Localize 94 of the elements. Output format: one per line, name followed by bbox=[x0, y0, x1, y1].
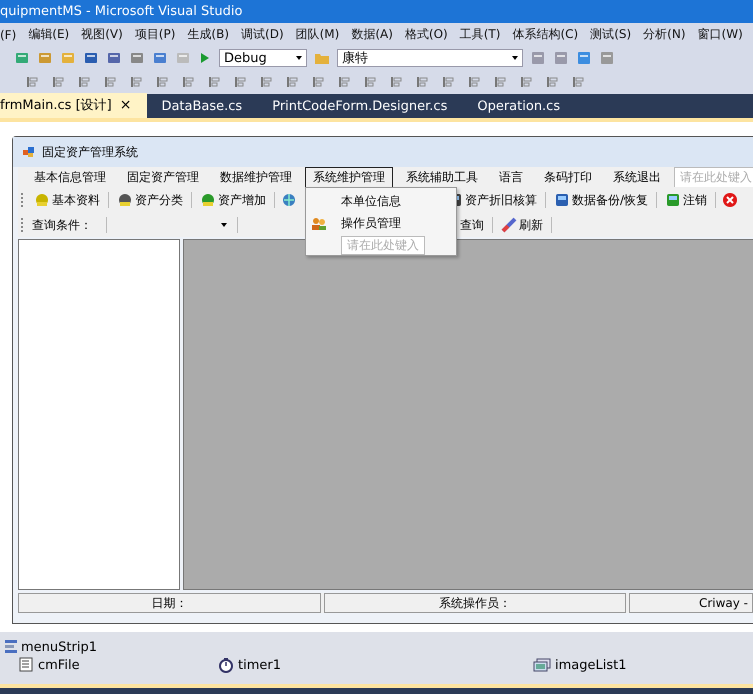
align-icon[interactable] bbox=[154, 74, 170, 90]
context-menu-icon bbox=[18, 657, 34, 673]
image-list-icon bbox=[533, 658, 551, 672]
align-icon[interactable] bbox=[102, 74, 118, 90]
toolbar-button[interactable]: 资产折旧核算 bbox=[445, 192, 539, 208]
toolbar-button[interactable]: 资产增加 bbox=[198, 192, 268, 208]
close-icon[interactable]: × bbox=[120, 97, 132, 113]
tool-icon[interactable] bbox=[530, 50, 546, 66]
align-icon[interactable] bbox=[336, 74, 352, 90]
toolbar-button[interactable]: 基本资料 bbox=[32, 192, 102, 208]
document-tab[interactable]: PrintCodeForm.Designer.cs bbox=[258, 96, 464, 118]
align-icon[interactable] bbox=[414, 74, 430, 90]
document-tab[interactable]: DataBase.cs bbox=[147, 96, 258, 118]
component-label[interactable]: cmFile bbox=[38, 658, 80, 672]
menu-item[interactable]: (F) bbox=[0, 28, 16, 42]
menu-item[interactable]: 测试(S) bbox=[590, 26, 632, 43]
menu-item[interactable]: 生成(B) bbox=[187, 26, 230, 43]
align-icon[interactable] bbox=[206, 74, 222, 90]
align-icon[interactable] bbox=[24, 74, 40, 90]
tool-icon[interactable] bbox=[106, 50, 122, 66]
menu-item[interactable]: 项目(P) bbox=[134, 26, 176, 43]
form-icon bbox=[22, 145, 36, 159]
menu-strip-icon bbox=[4, 639, 18, 655]
component-label[interactable]: menuStrip1 bbox=[21, 640, 97, 654]
menu-item[interactable]: 固定资产管理 bbox=[119, 166, 207, 188]
menu-item[interactable]: 系统辅助工具 bbox=[398, 166, 486, 188]
status-panel: 日期： bbox=[18, 593, 321, 613]
toolbar-button[interactable]: 资产分类 bbox=[115, 192, 185, 208]
align-icon[interactable] bbox=[284, 74, 300, 90]
circle-icon bbox=[117, 192, 133, 208]
globe-icon[interactable] bbox=[281, 192, 297, 208]
menu-item[interactable]: 系统退出 bbox=[605, 166, 669, 188]
circle-icon bbox=[200, 192, 216, 208]
toolbar-button[interactable]: 查询 bbox=[458, 216, 486, 234]
monitor-icon bbox=[554, 192, 570, 208]
align-icon[interactable] bbox=[180, 74, 196, 90]
tool-icon[interactable] bbox=[129, 50, 145, 66]
status-panel: 系统操作员： bbox=[324, 593, 626, 613]
menu-item[interactable]: 视图(V) bbox=[81, 26, 123, 43]
menu-item[interactable]: 格式(O) bbox=[404, 26, 448, 43]
monitor-icon bbox=[665, 192, 682, 208]
close-circle-icon[interactable] bbox=[722, 192, 738, 208]
menu-item[interactable]: 数据(A) bbox=[351, 26, 393, 43]
align-icon[interactable] bbox=[310, 74, 326, 90]
component-label[interactable]: timer1 bbox=[238, 658, 281, 672]
menu-item[interactable]: 基本信息管理 bbox=[26, 166, 114, 188]
menu-item[interactable]: 数据维护管理 bbox=[212, 166, 300, 188]
toolbar-button[interactable]: 注销 bbox=[663, 192, 710, 208]
users-icon bbox=[311, 216, 327, 230]
query-label: 查询条件： bbox=[32, 216, 93, 234]
align-icon[interactable] bbox=[232, 74, 248, 90]
menu-item[interactable]: 调试(D) bbox=[241, 26, 284, 43]
component-label[interactable]: imageList1 bbox=[555, 658, 626, 672]
menu-item[interactable]: 体系结构(C) bbox=[512, 26, 578, 43]
menu-item[interactable]: 团队(M) bbox=[296, 26, 340, 43]
align-icon[interactable] bbox=[50, 74, 66, 90]
tool-icon[interactable] bbox=[599, 50, 615, 66]
stopwatch-icon bbox=[218, 657, 234, 673]
menu-item[interactable]: 语言 bbox=[491, 166, 531, 188]
document-tab[interactable]: Operation.cs bbox=[463, 96, 576, 118]
align-icon[interactable] bbox=[388, 74, 404, 90]
align-icon[interactable] bbox=[128, 74, 144, 90]
menu-item[interactable]: 工具(T) bbox=[460, 26, 500, 43]
status-panel: Criway - bbox=[629, 593, 753, 613]
tool-icon[interactable] bbox=[576, 50, 592, 66]
menu-item[interactable]: 分析(N) bbox=[643, 26, 686, 43]
align-icon[interactable] bbox=[570, 74, 586, 90]
document-tab[interactable]: frmMain.cs [设计] × bbox=[0, 93, 148, 118]
menu-item[interactable]: 操作员管理 bbox=[341, 215, 401, 232]
align-icon[interactable] bbox=[440, 74, 456, 90]
toolbar-button[interactable]: 数据备份/恢复 bbox=[552, 192, 650, 208]
menu-item[interactable]: 本单位信息 bbox=[341, 193, 401, 210]
align-icon[interactable] bbox=[544, 74, 560, 90]
toolbar-button[interactable]: 刷新 bbox=[499, 216, 545, 234]
align-icon[interactable] bbox=[466, 74, 482, 90]
menu-item[interactable]: 编辑(E) bbox=[28, 26, 70, 43]
menu-item[interactable]: 窗口(W) bbox=[698, 26, 743, 43]
align-icon[interactable] bbox=[76, 74, 92, 90]
window-title: quipmentMS - Microsoft Visual Studio bbox=[0, 4, 242, 19]
tool-icon[interactable] bbox=[152, 50, 168, 66]
align-icon[interactable] bbox=[362, 74, 378, 90]
form-title: 固定资产管理系统 bbox=[42, 144, 138, 160]
tool-icon[interactable] bbox=[14, 50, 30, 66]
tool-icon[interactable] bbox=[83, 50, 99, 66]
wand-icon bbox=[501, 217, 517, 233]
tool-icon[interactable] bbox=[553, 50, 569, 66]
project-combo[interactable]: 康特 bbox=[337, 49, 523, 67]
align-icon[interactable] bbox=[518, 74, 534, 90]
configuration-combo[interactable]: Debug bbox=[219, 49, 307, 67]
circle-icon bbox=[34, 192, 50, 208]
align-icon[interactable] bbox=[258, 74, 274, 90]
menu-item[interactable]: 条码打印 bbox=[536, 166, 600, 188]
align-icon[interactable] bbox=[492, 74, 508, 90]
tool-icon[interactable] bbox=[37, 50, 53, 66]
